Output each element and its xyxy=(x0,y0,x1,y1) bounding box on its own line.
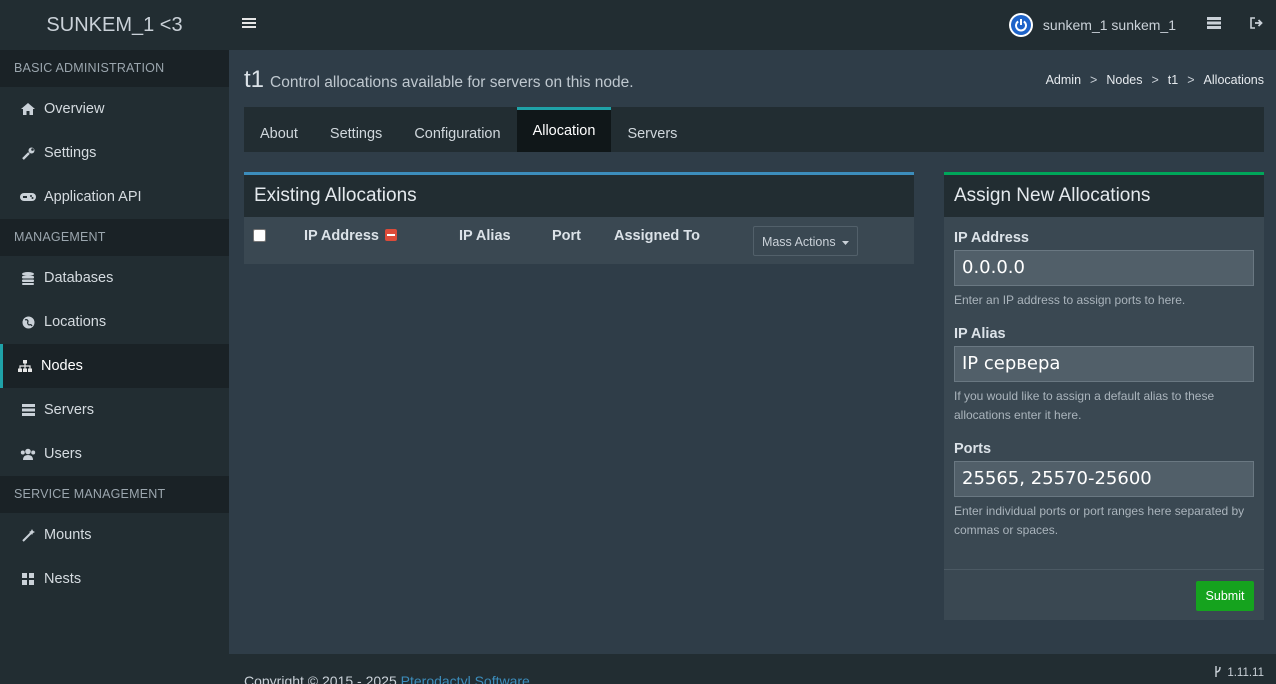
page-footer: Copyright © 2015 - 2025 Pterodactyl Soft… xyxy=(229,654,1276,684)
column-label: IP Address xyxy=(304,228,379,244)
sidebar-item-settings[interactable]: Settings xyxy=(0,131,229,175)
breadcrumb-current: Allocations xyxy=(1203,73,1264,87)
sidebar-item-servers[interactable]: Servers xyxy=(0,388,229,432)
node-tabs: About Settings Configuration Allocation … xyxy=(244,107,1264,152)
ports-help: Enter individual ports or port ranges he… xyxy=(954,504,1245,537)
sidebar-item-users[interactable]: Users xyxy=(0,432,229,476)
page-title: t1 Control allocations available for ser… xyxy=(244,66,634,94)
column-ip-address: IP Address xyxy=(304,228,397,244)
power-icon xyxy=(1010,15,1031,35)
globe-icon xyxy=(20,316,36,329)
ip-alias-input[interactable]: IP сервера xyxy=(954,346,1254,382)
assign-box-footer: Submit xyxy=(944,569,1264,620)
avatar xyxy=(1008,13,1033,37)
assign-allocations-box: Assign New Allocations IP Address 0.0.0.… xyxy=(944,172,1264,620)
sidebar-item-label: Nests xyxy=(44,571,82,587)
assign-form: IP Address 0.0.0.0 Enter an IP address t… xyxy=(944,217,1264,540)
content-area: t1 Control allocations available for ser… xyxy=(229,50,1276,654)
bars-icon[interactable] xyxy=(242,14,258,34)
minus-square-icon[interactable] xyxy=(384,229,397,241)
gamepad-icon xyxy=(20,192,36,202)
copyright: Copyright © 2015 - 2025 Pterodactyl Soft… xyxy=(244,673,530,684)
breadcrumb-separator: > xyxy=(1187,73,1195,87)
breadcrumb-separator: > xyxy=(1151,73,1159,87)
sidebar-item-label: Nodes xyxy=(41,358,83,374)
ip-address-input[interactable]: 0.0.0.0 xyxy=(954,250,1254,286)
tab-configuration[interactable]: Configuration xyxy=(398,107,516,152)
sidebar-section-title: SERVICE MANAGEMENT xyxy=(0,476,229,513)
sidebar-item-label: Settings xyxy=(44,145,97,161)
sidebar-item-databases[interactable]: Databases xyxy=(0,256,229,300)
tab-about[interactable]: About xyxy=(244,107,314,152)
sidebar-item-label: Overview xyxy=(44,101,105,117)
ports-label: Ports xyxy=(954,441,992,457)
code-fork-icon xyxy=(1214,666,1222,680)
ip-alias-label: IP Alias xyxy=(954,326,1006,342)
sidebar-section-title: MANAGEMENT xyxy=(0,219,229,256)
breadcrumb-node[interactable]: t1 xyxy=(1168,73,1178,87)
breadcrumb-admin[interactable]: Admin xyxy=(1046,73,1081,87)
user-menu[interactable]: sunkem_1 sunkem_1 xyxy=(1008,13,1176,37)
magic-icon xyxy=(20,528,36,542)
ip-alias-help: If you would like to assign a default al… xyxy=(954,389,1215,422)
existing-allocations-box: Existing Allocations IP Address IP Alias… xyxy=(244,172,914,264)
ports-input[interactable]: 25565, 25570-25600 xyxy=(954,461,1254,497)
sidebar-item-label: Mounts xyxy=(44,527,92,543)
sidebar-item-nests[interactable]: Nests xyxy=(0,557,229,601)
mass-actions-label: Mass Actions xyxy=(761,235,836,249)
assign-allocations-title: Assign New Allocations xyxy=(944,175,1264,217)
sidebar-item-overview[interactable]: Overview xyxy=(0,87,229,131)
sidebar-section-title: BASIC ADMINISTRATION xyxy=(0,50,229,87)
tab-settings[interactable]: Settings xyxy=(314,107,398,152)
select-all-checkbox[interactable] xyxy=(253,229,266,242)
sidebar-item-label: Locations xyxy=(44,314,107,330)
wrench-icon xyxy=(20,147,36,160)
top-navbar: SUNKEM_1 <3 sunkem_1 sunkem_1 xyxy=(0,0,1276,50)
breadcrumb: Admin > Nodes > t1 > Allocations xyxy=(1046,73,1264,87)
page-subtitle: Control allocations available for server… xyxy=(270,74,634,91)
page-title-text: t1 xyxy=(244,66,265,93)
version-number: 1.11.11 xyxy=(1227,667,1264,679)
th-large-icon xyxy=(20,573,36,585)
column-port: Port xyxy=(552,228,581,244)
brand-logo[interactable]: SUNKEM_1 <3 xyxy=(0,0,229,50)
database-icon xyxy=(20,271,36,285)
ip-address-help: Enter an IP address to assign ports to h… xyxy=(954,293,1186,307)
version: 1.11.11 xyxy=(1214,666,1264,680)
copyright-text: Copyright © 2015 - 2025 xyxy=(244,673,401,684)
tab-servers[interactable]: Servers xyxy=(611,107,693,152)
sidebar-item-application-api[interactable]: Application API xyxy=(0,175,229,219)
pterodactyl-link[interactable]: Pterodactyl Software xyxy=(401,673,530,684)
server-icon xyxy=(20,404,36,416)
mass-actions-button[interactable]: Mass Actions xyxy=(753,226,858,256)
column-assigned-to: Assigned To xyxy=(614,228,700,244)
sidebar: BASIC ADMINISTRATION Overview Settings A… xyxy=(0,50,229,684)
column-ip-alias: IP Alias xyxy=(459,228,511,244)
breadcrumb-separator: > xyxy=(1090,73,1098,87)
caret-down-icon xyxy=(842,227,850,255)
breadcrumb-nodes[interactable]: Nodes xyxy=(1106,73,1142,87)
submit-button[interactable]: Submit xyxy=(1196,581,1254,611)
sidebar-item-label: Application API xyxy=(44,189,142,205)
tab-allocation[interactable]: Allocation xyxy=(516,107,612,152)
sidebar-item-label: Users xyxy=(44,446,82,462)
table-header-row: IP Address IP Alias Port Assigned To Mas… xyxy=(244,217,914,264)
sidebar-item-nodes[interactable]: Nodes xyxy=(0,344,229,388)
ip-address-label: IP Address xyxy=(954,230,1029,246)
users-icon xyxy=(20,448,36,460)
sidebar-item-label: Servers xyxy=(44,402,94,418)
sidebar-item-label: Databases xyxy=(44,270,114,286)
existing-allocations-title: Existing Allocations xyxy=(244,175,914,217)
home-icon xyxy=(20,103,36,115)
sign-out-icon[interactable] xyxy=(1249,17,1265,33)
sitemap-icon xyxy=(17,360,33,372)
user-name: sunkem_1 sunkem_1 xyxy=(1042,17,1176,33)
server-icon[interactable] xyxy=(1206,17,1222,33)
sidebar-item-locations[interactable]: Locations xyxy=(0,300,229,344)
sidebar-item-mounts[interactable]: Mounts xyxy=(0,513,229,557)
